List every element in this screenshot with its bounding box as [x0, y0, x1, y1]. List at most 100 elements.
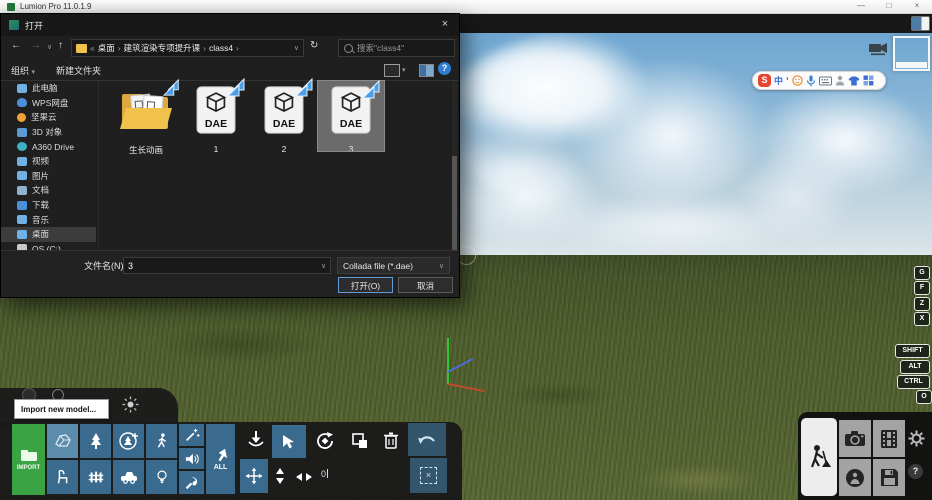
category-effects-button[interactable]: [179, 424, 204, 446]
view-caret-icon[interactable]: ▾: [402, 66, 406, 74]
category-nature-button[interactable]: [47, 424, 78, 458]
sidebar-item-3d-objects[interactable]: 3D 对象: [1, 125, 96, 140]
input-method-bar[interactable]: S 中 ’: [752, 71, 886, 90]
organize-button[interactable]: 组织 ▾: [11, 64, 35, 77]
marquee-select-button[interactable]: ×: [410, 458, 447, 493]
rotate-icon: [314, 430, 336, 452]
dialog-close-icon[interactable]: ×: [437, 16, 453, 32]
move-vertical-button[interactable]: [272, 466, 288, 486]
cloud: [452, 150, 602, 245]
breadcrumb-ellipsis[interactable]: «: [90, 43, 95, 53]
breadcrumb-item-course[interactable]: 建筑渲染专项提升课: [124, 42, 201, 54]
breadcrumb-caret-icon[interactable]: ∨: [294, 44, 299, 52]
skin-shirt-icon[interactable]: [848, 76, 860, 86]
undo-button[interactable]: [408, 423, 446, 456]
sidebar-item-this-pc[interactable]: 此电脑: [1, 81, 96, 96]
os-title-bar: Lumion Pro 11.0.1.9 — □ ×: [0, 0, 932, 14]
cancel-button[interactable]: 取消: [398, 277, 453, 293]
delete-tool-button[interactable]: [381, 428, 401, 452]
category-fence-button[interactable]: [80, 460, 111, 494]
back-icon[interactable]: ←: [11, 40, 21, 51]
window-widget-icon[interactable]: [911, 16, 930, 31]
toolbox-grid-icon[interactable]: [863, 75, 874, 86]
sidebar-item-downloads[interactable]: 下载: [1, 198, 96, 213]
filename-label: 文件名(N):: [84, 259, 126, 272]
category-sound-button[interactable]: [179, 448, 204, 469]
forward-icon[interactable]: →: [31, 40, 41, 51]
filename-input[interactable]: [123, 257, 331, 274]
help-button[interactable]: ?: [908, 464, 923, 479]
category-all-button[interactable]: ALL: [206, 424, 235, 494]
category-utilities-button[interactable]: [179, 471, 204, 494]
change-view-icon[interactable]: [384, 64, 400, 77]
speaker-icon: [184, 452, 200, 466]
refresh-icon[interactable]: ↻: [310, 40, 318, 51]
keyboard-icon[interactable]: [819, 76, 832, 86]
filetype-select[interactable]: Collada file (*.dae) ∨: [337, 257, 450, 274]
open-button[interactable]: 打开(O): [338, 277, 393, 293]
movie-mode-button[interactable]: [873, 420, 905, 457]
new-folder-button[interactable]: 新建文件夹: [56, 64, 101, 77]
tree-circle-plus-icon: [118, 430, 140, 452]
file-item-3-selected[interactable]: DAE 3: [318, 81, 384, 151]
build-mode-button[interactable]: [801, 418, 837, 496]
category-transport-button[interactable]: [113, 460, 144, 494]
punctuation-icon[interactable]: ’: [786, 76, 789, 86]
emoji-icon[interactable]: [792, 75, 803, 86]
breadcrumb[interactable]: « 桌面 › 建筑渲染专项提升课 › class4 › ∨: [71, 39, 304, 57]
desktop-icon: [17, 230, 27, 239]
breadcrumb-item-desktop[interactable]: 桌面: [98, 42, 115, 54]
sidebar-item-a360[interactable]: A360 Drive: [1, 139, 96, 154]
category-furniture-button[interactable]: [47, 460, 78, 494]
recent-locations-icon[interactable]: ∨: [47, 43, 52, 51]
close-button[interactable]: ×: [908, 0, 926, 12]
category-light-button[interactable]: [146, 460, 177, 494]
sidebar-item-wps[interactable]: WPS网盘: [1, 96, 96, 111]
up-icon[interactable]: ↑: [58, 40, 63, 51]
help-icon[interactable]: ?: [438, 62, 451, 75]
file-item-1[interactable]: DAE 1: [183, 83, 249, 154]
minimize-button[interactable]: —: [852, 0, 870, 12]
place-object-button[interactable]: [244, 427, 268, 451]
category-mass-placement-button[interactable]: [113, 424, 144, 458]
sidebar-item-desktop[interactable]: 桌面: [1, 227, 96, 242]
offset-value[interactable]: 0: [321, 469, 328, 479]
hotkey-z: Z: [914, 297, 930, 311]
microphone-icon[interactable]: [806, 75, 816, 87]
category-character-button[interactable]: [146, 424, 177, 458]
file-item-2[interactable]: DAE 2: [251, 83, 317, 154]
file-item-folder[interactable]: 生长动画: [113, 83, 179, 156]
rotate-tool-button[interactable]: [312, 428, 338, 454]
move-tool-button[interactable]: [240, 459, 268, 493]
hotkey-ctrl: CTRL: [897, 375, 930, 389]
settings-gear-icon[interactable]: [908, 430, 925, 447]
capture-frame[interactable]: [893, 36, 930, 71]
import-button[interactable]: IMPORT: [12, 424, 45, 495]
text-cursor-icon: [327, 469, 328, 478]
panorama-mode-button[interactable]: [839, 459, 871, 496]
file-label: 3: [318, 144, 384, 154]
filename-caret-icon[interactable]: ∨: [321, 262, 326, 270]
weather-sun-icon[interactable]: [122, 396, 139, 413]
dialog-title-bar[interactable]: 打开 ×: [1, 14, 459, 36]
search-box[interactable]: 搜索"class4": [338, 39, 455, 57]
sidebar-item-music[interactable]: 音乐: [1, 212, 96, 227]
preview-pane-icon[interactable]: [419, 64, 434, 77]
maximize-button[interactable]: □: [880, 0, 898, 12]
import-arrows-icon: [227, 78, 247, 98]
chinese-mode-icon[interactable]: 中: [774, 74, 783, 87]
category-tree-button[interactable]: [80, 424, 111, 458]
sidebar-item-videos[interactable]: 视频: [1, 154, 96, 169]
sidebar-item-pictures[interactable]: 图片: [1, 169, 96, 184]
breadcrumb-item-class4[interactable]: class4: [209, 43, 233, 53]
photo-mode-button[interactable]: [839, 420, 871, 457]
profile-icon[interactable]: [835, 75, 845, 86]
sogou-logo-icon[interactable]: S: [758, 74, 771, 87]
select-tool-button[interactable]: [272, 425, 306, 458]
sidebar-item-nutstore[interactable]: 坚果云: [1, 110, 96, 125]
scale-tool-button[interactable]: [348, 429, 372, 453]
file-list: 生长动画 DAE 1: [99, 81, 457, 253]
sidebar-item-documents[interactable]: 文档: [1, 183, 96, 198]
save-button[interactable]: [873, 459, 905, 496]
move-horizontal-button[interactable]: [294, 470, 314, 484]
